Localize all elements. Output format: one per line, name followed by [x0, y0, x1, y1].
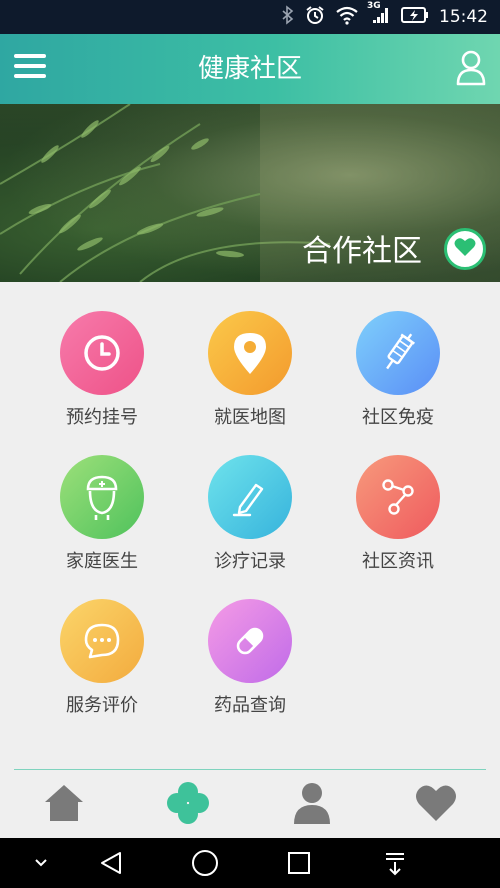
- service-label: 家庭医生: [66, 551, 138, 572]
- service-hospital-map[interactable]: 就医地图: [190, 311, 310, 441]
- favorite-button[interactable]: [444, 228, 486, 270]
- user-icon[interactable]: [456, 50, 486, 86]
- service-immunization[interactable]: 社区免疫: [338, 311, 458, 441]
- battery-icon: [401, 6, 429, 28]
- service-medical-records[interactable]: 诊疗记录: [190, 455, 310, 585]
- location-pin-icon: [208, 311, 292, 395]
- bluetooth-icon: [281, 5, 295, 29]
- nav-services[interactable]: [164, 782, 212, 828]
- pen-icon: [208, 455, 292, 539]
- pill-icon: [208, 599, 292, 683]
- service-label: 服务评价: [66, 695, 138, 716]
- page-title: 健康社区: [197, 54, 302, 84]
- home-button-icon[interactable]: [188, 846, 222, 880]
- collapse-chevron-icon[interactable]: [24, 846, 58, 880]
- nav-profile[interactable]: [288, 782, 336, 828]
- status-time: 15:42: [439, 7, 488, 27]
- clock-icon: [60, 311, 144, 395]
- service-family-doctor[interactable]: 家庭医生: [42, 455, 162, 585]
- service-label: 社区免疫: [362, 407, 434, 428]
- service-community-news[interactable]: 社区资讯: [338, 455, 458, 585]
- back-icon[interactable]: [94, 846, 128, 880]
- banner-image[interactable]: 合作社区: [0, 104, 500, 282]
- status-bar: 3G 15:42: [0, 0, 500, 34]
- notification-pull-icon[interactable]: [378, 846, 412, 880]
- service-label: 预约挂号: [66, 407, 138, 428]
- wifi-icon: [335, 5, 359, 29]
- service-label: 就医地图: [214, 407, 286, 428]
- service-appointment[interactable]: 预约挂号: [42, 311, 162, 441]
- fern-illustration: [0, 104, 500, 282]
- banner-caption: 合作社区: [302, 234, 422, 269]
- service-feedback[interactable]: 服务评价: [42, 599, 162, 729]
- status-icons: 3G 15:42: [281, 0, 488, 34]
- clover-icon: [166, 781, 210, 829]
- nav-favorites[interactable]: [412, 782, 460, 828]
- bottom-nav: [0, 770, 500, 838]
- home-icon: [43, 783, 85, 827]
- service-drug-lookup[interactable]: 药品查询: [190, 599, 310, 729]
- network-type-label: 3G: [367, 1, 381, 11]
- service-label: 诊疗记录: [214, 551, 286, 572]
- service-label: 药品查询: [214, 695, 286, 716]
- chat-bubble-icon: [60, 599, 144, 683]
- person-icon: [292, 781, 332, 829]
- nav-home[interactable]: [40, 782, 88, 828]
- app-header: 健康社区: [0, 34, 500, 104]
- cellular-signal-icon: 3G: [367, 1, 391, 29]
- recent-apps-icon[interactable]: [282, 846, 316, 880]
- alarm-icon: [305, 5, 325, 29]
- heart-icon: [454, 237, 476, 261]
- system-navigation-bar: [0, 838, 500, 888]
- syringe-icon: [356, 311, 440, 395]
- service-label: 社区资讯: [362, 551, 434, 572]
- heart-icon: [414, 783, 458, 827]
- share-nodes-icon: [356, 455, 440, 539]
- doctor-icon: [60, 455, 144, 539]
